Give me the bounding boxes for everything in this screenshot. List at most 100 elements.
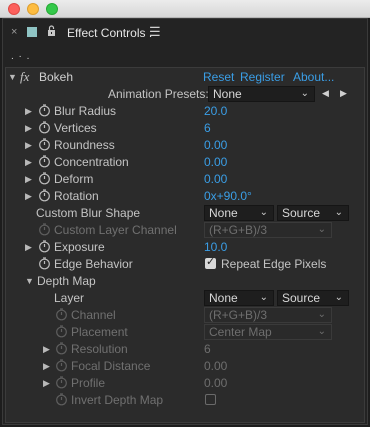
expand-triangle-icon[interactable]: ▶ — [25, 174, 32, 185]
depth-placement-label: Placement — [71, 325, 128, 339]
stopwatch-icon[interactable] — [38, 138, 51, 151]
expand-triangle-icon[interactable]: ▶ — [25, 242, 32, 253]
effect-controls-panel: × Effect Controls . ☰ . · . ▼ fx Bokeh R… — [2, 18, 368, 425]
depth-placement-row: Placement Center Map ⌄ — [6, 324, 364, 341]
custom-blur-layer-value: None — [209, 206, 238, 220]
next-preset-icon[interactable]: ▶ — [340, 88, 347, 99]
roundness-value[interactable]: 0.00 — [204, 138, 227, 152]
edge-behavior-label: Edge Behavior — [54, 257, 133, 271]
animation-presets-value: None — [213, 87, 242, 101]
depth-resolution-value: 6 — [204, 342, 211, 356]
chevron-down-icon: ⌄ — [317, 309, 326, 320]
custom-blur-source-dropdown[interactable]: Source ⌄ — [277, 205, 349, 221]
stopwatch-icon — [56, 342, 67, 355]
vertices-row: ▶ Vertices 6 — [6, 120, 364, 137]
effect-header-row: ▼ fx Bokeh Reset Register About... — [6, 69, 364, 86]
depth-source-dropdown[interactable]: Source ⌄ — [277, 290, 349, 306]
rotation-value[interactable]: 0x+90.0° — [204, 189, 252, 203]
checkmark-icon: ✓ — [206, 256, 216, 268]
depth-resolution-row: ▶ Resolution 6 — [6, 341, 364, 358]
animation-presets-row: Animation Presets: None ⌄ ◀ ▶ — [6, 86, 364, 103]
focal-distance-value: 0.00 — [204, 359, 228, 373]
vertices-value[interactable]: 6 — [204, 121, 211, 135]
custom-blur-layer-dropdown[interactable]: None ⌄ — [204, 205, 274, 221]
depth-resolution-label: Resolution — [71, 342, 128, 356]
custom-blur-shape-label: Custom Blur Shape — [36, 206, 141, 220]
previous-preset-icon[interactable]: ◀ — [322, 88, 329, 99]
layer-color-swatch-icon — [27, 27, 37, 37]
custom-blur-source-value: Source — [282, 206, 321, 220]
exposure-value[interactable]: 10.0 — [204, 240, 227, 254]
chevron-down-icon: ⌄ — [300, 88, 309, 99]
register-link[interactable]: Register — [240, 70, 285, 84]
panel-menu-icon[interactable]: ☰ — [149, 24, 161, 40]
fx-toggle-icon[interactable]: fx — [20, 69, 29, 85]
stopwatch-icon[interactable] — [38, 257, 51, 270]
profile-label: Profile — [71, 376, 106, 390]
custom-layer-channel-dropdown: (R+G+B)/3 ⌄ — [204, 222, 332, 238]
custom-blur-shape-row: Custom Blur Shape None ⌄ Source ⌄ — [6, 205, 364, 222]
profile-row: ▶ Profile 0.00 — [6, 375, 364, 392]
stopwatch-icon — [56, 308, 67, 321]
repeat-edge-pixels-checkbox[interactable]: ✓ — [205, 256, 216, 269]
panel-tab-title[interactable]: Effect Controls . — [67, 26, 152, 40]
concentration-label: Concentration — [54, 155, 129, 169]
stopwatch-icon[interactable] — [38, 121, 51, 134]
expand-triangle-icon[interactable]: ▶ — [25, 140, 32, 151]
expand-triangle-icon[interactable]: ▶ — [25, 191, 32, 202]
blur-radius-row: ▶ Blur Radius 20.0 — [6, 103, 364, 120]
depth-source-value: Source — [282, 291, 321, 305]
focal-distance-label: Focal Distance — [71, 359, 151, 373]
depth-channel-dropdown: (R+G+B)/3 ⌄ — [204, 307, 332, 323]
depth-layer-row: Layer None ⌄ Source ⌄ — [6, 290, 364, 307]
depth-layer-dropdown[interactable]: None ⌄ — [204, 290, 274, 306]
depth-layer-label: Layer — [54, 291, 85, 305]
depth-placement-dropdown: Center Map ⌄ — [204, 324, 332, 340]
stopwatch-icon[interactable] — [38, 189, 51, 202]
exposure-row: ▶ Exposure 10.0 — [6, 239, 364, 256]
minimize-window-button[interactable] — [27, 3, 39, 15]
depth-channel-value: (R+G+B)/3 — [209, 308, 268, 322]
deform-row: ▶ Deform 0.00 — [6, 171, 364, 188]
panel-tab-bar: × Effect Controls . ☰ — [3, 19, 367, 47]
animation-presets-dropdown[interactable]: None ⌄ — [208, 86, 315, 102]
concentration-value[interactable]: 0.00 — [204, 155, 227, 169]
expand-triangle-icon[interactable]: ▶ — [43, 378, 50, 389]
expand-triangle-icon[interactable]: ▶ — [43, 344, 50, 355]
effect-name[interactable]: Bokeh — [39, 70, 73, 84]
effect-property-list: ▼ fx Bokeh Reset Register About... Anima… — [5, 67, 365, 423]
deform-label: Deform — [54, 172, 94, 186]
stopwatch-icon — [56, 325, 67, 338]
lock-icon[interactable] — [47, 25, 56, 36]
expand-triangle-icon[interactable]: ▶ — [25, 106, 32, 117]
close-window-button[interactable] — [8, 3, 20, 15]
depth-channel-row: Channel (R+G+B)/3 ⌄ — [6, 307, 364, 324]
zoom-window-button[interactable] — [46, 3, 58, 15]
chevron-down-icon: ⌄ — [334, 207, 343, 218]
about-link[interactable]: About... — [293, 70, 334, 84]
expand-triangle-icon[interactable]: ▶ — [25, 123, 32, 134]
stopwatch-icon — [56, 393, 67, 406]
invert-depth-map-row: Invert Depth Map — [6, 392, 364, 409]
stopwatch-icon[interactable] — [38, 155, 51, 168]
blur-radius-label: Blur Radius — [54, 104, 117, 118]
collapse-triangle-icon[interactable]: ▼ — [25, 276, 34, 286]
close-tab-icon[interactable]: × — [11, 26, 17, 38]
expand-triangle-icon[interactable]: ▶ — [25, 157, 32, 168]
depth-map-label: Depth Map — [37, 274, 96, 288]
invert-depth-map-label: Invert Depth Map — [71, 393, 164, 407]
blur-radius-value[interactable]: 20.0 — [204, 104, 227, 118]
stopwatch-icon[interactable] — [38, 240, 51, 253]
expand-triangle-icon[interactable]: ▶ — [43, 361, 50, 372]
stopwatch-icon — [56, 359, 67, 372]
rotation-label: Rotation — [54, 189, 99, 203]
deform-value[interactable]: 0.00 — [204, 172, 227, 186]
reset-link[interactable]: Reset — [203, 70, 234, 84]
collapse-triangle-icon[interactable]: ▼ — [8, 72, 17, 82]
stopwatch-icon — [39, 223, 50, 236]
stopwatch-icon[interactable] — [38, 104, 51, 117]
composition-layer-label: . · . — [11, 51, 31, 62]
concentration-row: ▶ Concentration 0.00 — [6, 154, 364, 171]
animation-presets-label: Animation Presets: — [108, 87, 209, 101]
stopwatch-icon[interactable] — [38, 172, 51, 185]
